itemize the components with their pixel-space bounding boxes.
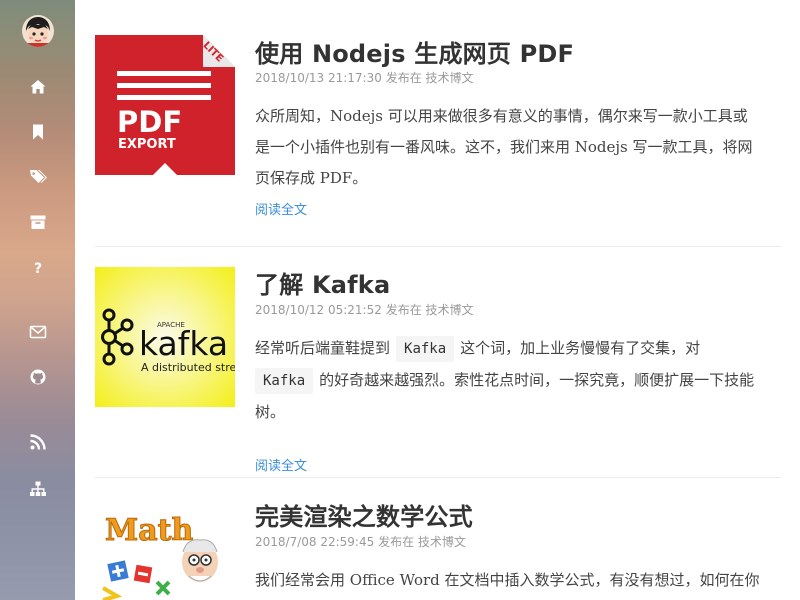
rss-icon[interactable]: [27, 431, 49, 453]
kafka-thumb-tagline: A distributed stre: [141, 361, 235, 374]
excerpt-line: 是一个小插件也别有一番风味。这不，我们来用 Nodejs 写一款工具，将网: [255, 138, 753, 156]
inline-code: Kafka: [396, 336, 455, 362]
post-thumbnail-kafka[interactable]: APACHE kafka A distributed stre: [95, 267, 235, 407]
excerpt-text: 的好奇越来越强烈。索性花点时间，一探究竟，顺便扩展一下技能: [319, 371, 755, 389]
post-date: 2018/10/13 21:17:30: [255, 71, 382, 85]
post-divider: [95, 477, 781, 478]
post-thumbnail-math[interactable]: Math: [95, 500, 235, 600]
post-date: 2018/7/08 22:59:45: [255, 535, 375, 549]
post-posted-in: 发布在: [385, 71, 422, 85]
post-title[interactable]: 完美渲染之数学公式: [255, 497, 473, 532]
post-category-link[interactable]: 技术博文: [426, 71, 474, 85]
excerpt-line: 众所周知，Nodejs 可以用来做很多有意义的事情，偶尔来写一款小工具或: [255, 107, 748, 125]
inline-code: Kafka: [255, 368, 314, 394]
mail-icon[interactable]: [27, 321, 49, 343]
tags-icon[interactable]: [27, 166, 49, 188]
sitemap-icon[interactable]: [27, 478, 49, 500]
post-title[interactable]: 了解 Kafka: [255, 265, 390, 300]
excerpt-line: 树。: [255, 403, 286, 421]
excerpt-line: Kafka 的好奇越来越强烈。索性花点时间，一探究竟，顺便扩展一下技能: [255, 365, 781, 397]
pdf-thumb-label: PDF: [117, 105, 182, 139]
excerpt-line: 我们经常会用 Office Word 在文档中插入数学公式，有没有想过，如何在你: [255, 571, 760, 589]
post-excerpt: 众所周知，Nodejs 可以用来做很多有意义的事情，偶尔来写一款小工具或 是一个…: [255, 101, 781, 194]
post-posted-in: 发布在: [378, 535, 415, 549]
excerpt-text: 这个词，加上业务慢慢有了交集，对: [460, 339, 701, 357]
avatar[interactable]: [22, 15, 54, 47]
sidebar: ?: [0, 0, 75, 600]
read-more-link[interactable]: 阅读全文: [255, 199, 307, 218]
post-excerpt: 经常听后端童鞋提到 Kafka 这个词，加上业务慢慢有了交集，对 Kafka 的好奇越…: [255, 333, 781, 428]
read-more-link[interactable]: 阅读全文: [255, 455, 307, 474]
post-posted-in: 发布在: [385, 303, 422, 317]
post-date: 2018/10/12 05:21:52: [255, 303, 382, 317]
excerpt-line: 页保存成 PDF。: [255, 169, 368, 187]
post-divider: [95, 246, 781, 247]
excerpt-text: 经常听后端童鞋提到: [255, 339, 391, 357]
math-thumb-word: Math: [105, 513, 194, 548]
post-meta: 2018/7/08 22:59:45 发布在 技术博文: [255, 533, 466, 550]
question-icon[interactable]: ?: [27, 256, 49, 278]
excerpt-line: 经常听后端童鞋提到 Kafka 这个词，加上业务慢慢有了交集，对: [255, 333, 781, 365]
post-excerpt: 我们经常会用 Office Word 在文档中插入数学公式，有没有想过，如何在你: [255, 565, 781, 596]
post-list: PDF EXPORT LITE 使用 Nodejs 生成网页 PDF 2018/…: [95, 0, 781, 600]
home-icon[interactable]: [27, 76, 49, 98]
post-category-link[interactable]: 技术博文: [418, 535, 466, 549]
svg-text:?: ?: [34, 261, 42, 276]
pdf-thumb-sublabel: EXPORT: [118, 137, 176, 152]
post-title[interactable]: 使用 Nodejs 生成网页 PDF: [255, 34, 574, 69]
post-thumbnail-pdf-export[interactable]: PDF EXPORT LITE: [95, 35, 235, 175]
post-meta: 2018/10/13 21:17:30 发布在 技术博文: [255, 69, 474, 86]
kafka-thumb-brand: kafka: [139, 324, 228, 363]
archive-icon[interactable]: [27, 211, 49, 233]
post-meta: 2018/10/12 05:21:52 发布在 技术博文: [255, 301, 474, 318]
github-icon[interactable]: [27, 366, 49, 388]
bookmark-icon[interactable]: [27, 121, 49, 143]
post-category-link[interactable]: 技术博文: [426, 303, 474, 317]
